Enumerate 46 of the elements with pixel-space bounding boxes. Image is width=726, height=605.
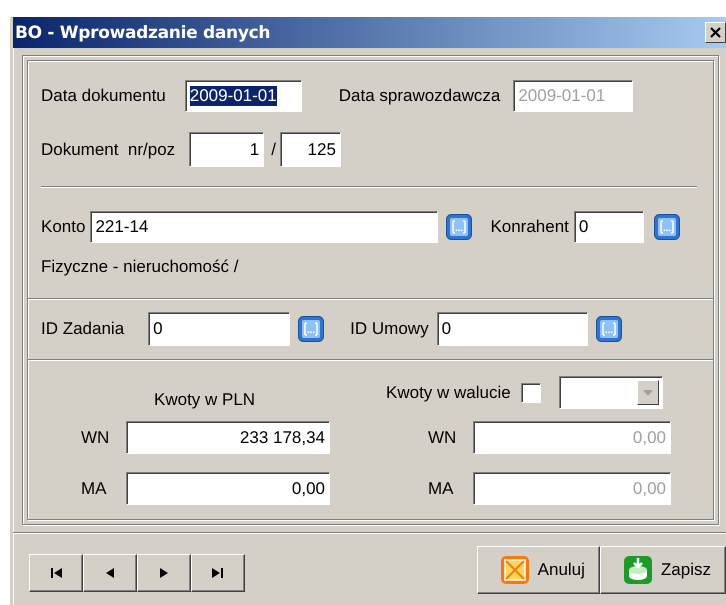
amount-field[interactable]: 233 178,34 (126, 421, 330, 454)
column-heading: Kwoty w PLN (154, 390, 256, 410)
browse-button[interactable] (596, 316, 622, 342)
separator-text: / (271, 140, 276, 160)
field-label: Konrahent (490, 217, 569, 237)
close-icon (708, 25, 723, 40)
id-field[interactable]: 0 (436, 312, 588, 346)
previous-record-button[interactable] (83, 554, 137, 592)
browse-button[interactable] (654, 214, 680, 240)
account-field[interactable]: 221-14 (90, 211, 438, 243)
browse-button[interactable] (446, 214, 472, 240)
last-record-button[interactable] (191, 554, 245, 592)
skip-forward-icon (211, 566, 225, 580)
first-record-button[interactable] (29, 554, 83, 592)
next-record-button[interactable] (137, 554, 191, 592)
field-label: Konto (41, 217, 86, 237)
date-field: 2009-01-01 (513, 80, 634, 112)
cancel-button[interactable]: Anuluj (476, 546, 600, 594)
amount-field: 0,00 (473, 421, 671, 454)
field-label: ID Umowy (350, 319, 429, 339)
save-button[interactable]: Zapisz (600, 546, 726, 594)
skip-back-icon (49, 566, 63, 580)
position-field[interactable]: 125 (280, 132, 341, 167)
close-button[interactable] (705, 22, 726, 43)
date-field[interactable]: 2009-01-01 (184, 80, 302, 112)
save-icon (622, 555, 653, 585)
column-heading: Kwoty w walucie (386, 382, 511, 402)
amount-label: WN (428, 428, 458, 448)
field-label: Data dokumentu (41, 86, 166, 106)
contractor-field[interactable]: 0 (574, 211, 644, 243)
number-field[interactable]: 1 (189, 132, 264, 167)
amount-field: 0,00 (473, 472, 671, 505)
window-title: BO - Wprowadzanie danych (15, 22, 270, 42)
amount-label: MA (81, 478, 108, 498)
id-field[interactable]: 0 (148, 312, 290, 346)
browse-button[interactable] (298, 316, 324, 342)
caret-icon (642, 388, 654, 396)
currency-checkbox[interactable] (520, 382, 541, 402)
field-label: ID Zadania (41, 319, 124, 339)
field-label: Dokument nr/poz (41, 140, 176, 160)
account-description: Fizyczne - nieruchomość / (41, 257, 240, 277)
amount-label: WN (81, 428, 110, 448)
cancel-icon (500, 555, 530, 585)
field-label: Data sprawozdawcza (338, 86, 500, 106)
amount-field[interactable]: 0,00 (126, 472, 330, 505)
amount-label: MA (428, 478, 454, 498)
